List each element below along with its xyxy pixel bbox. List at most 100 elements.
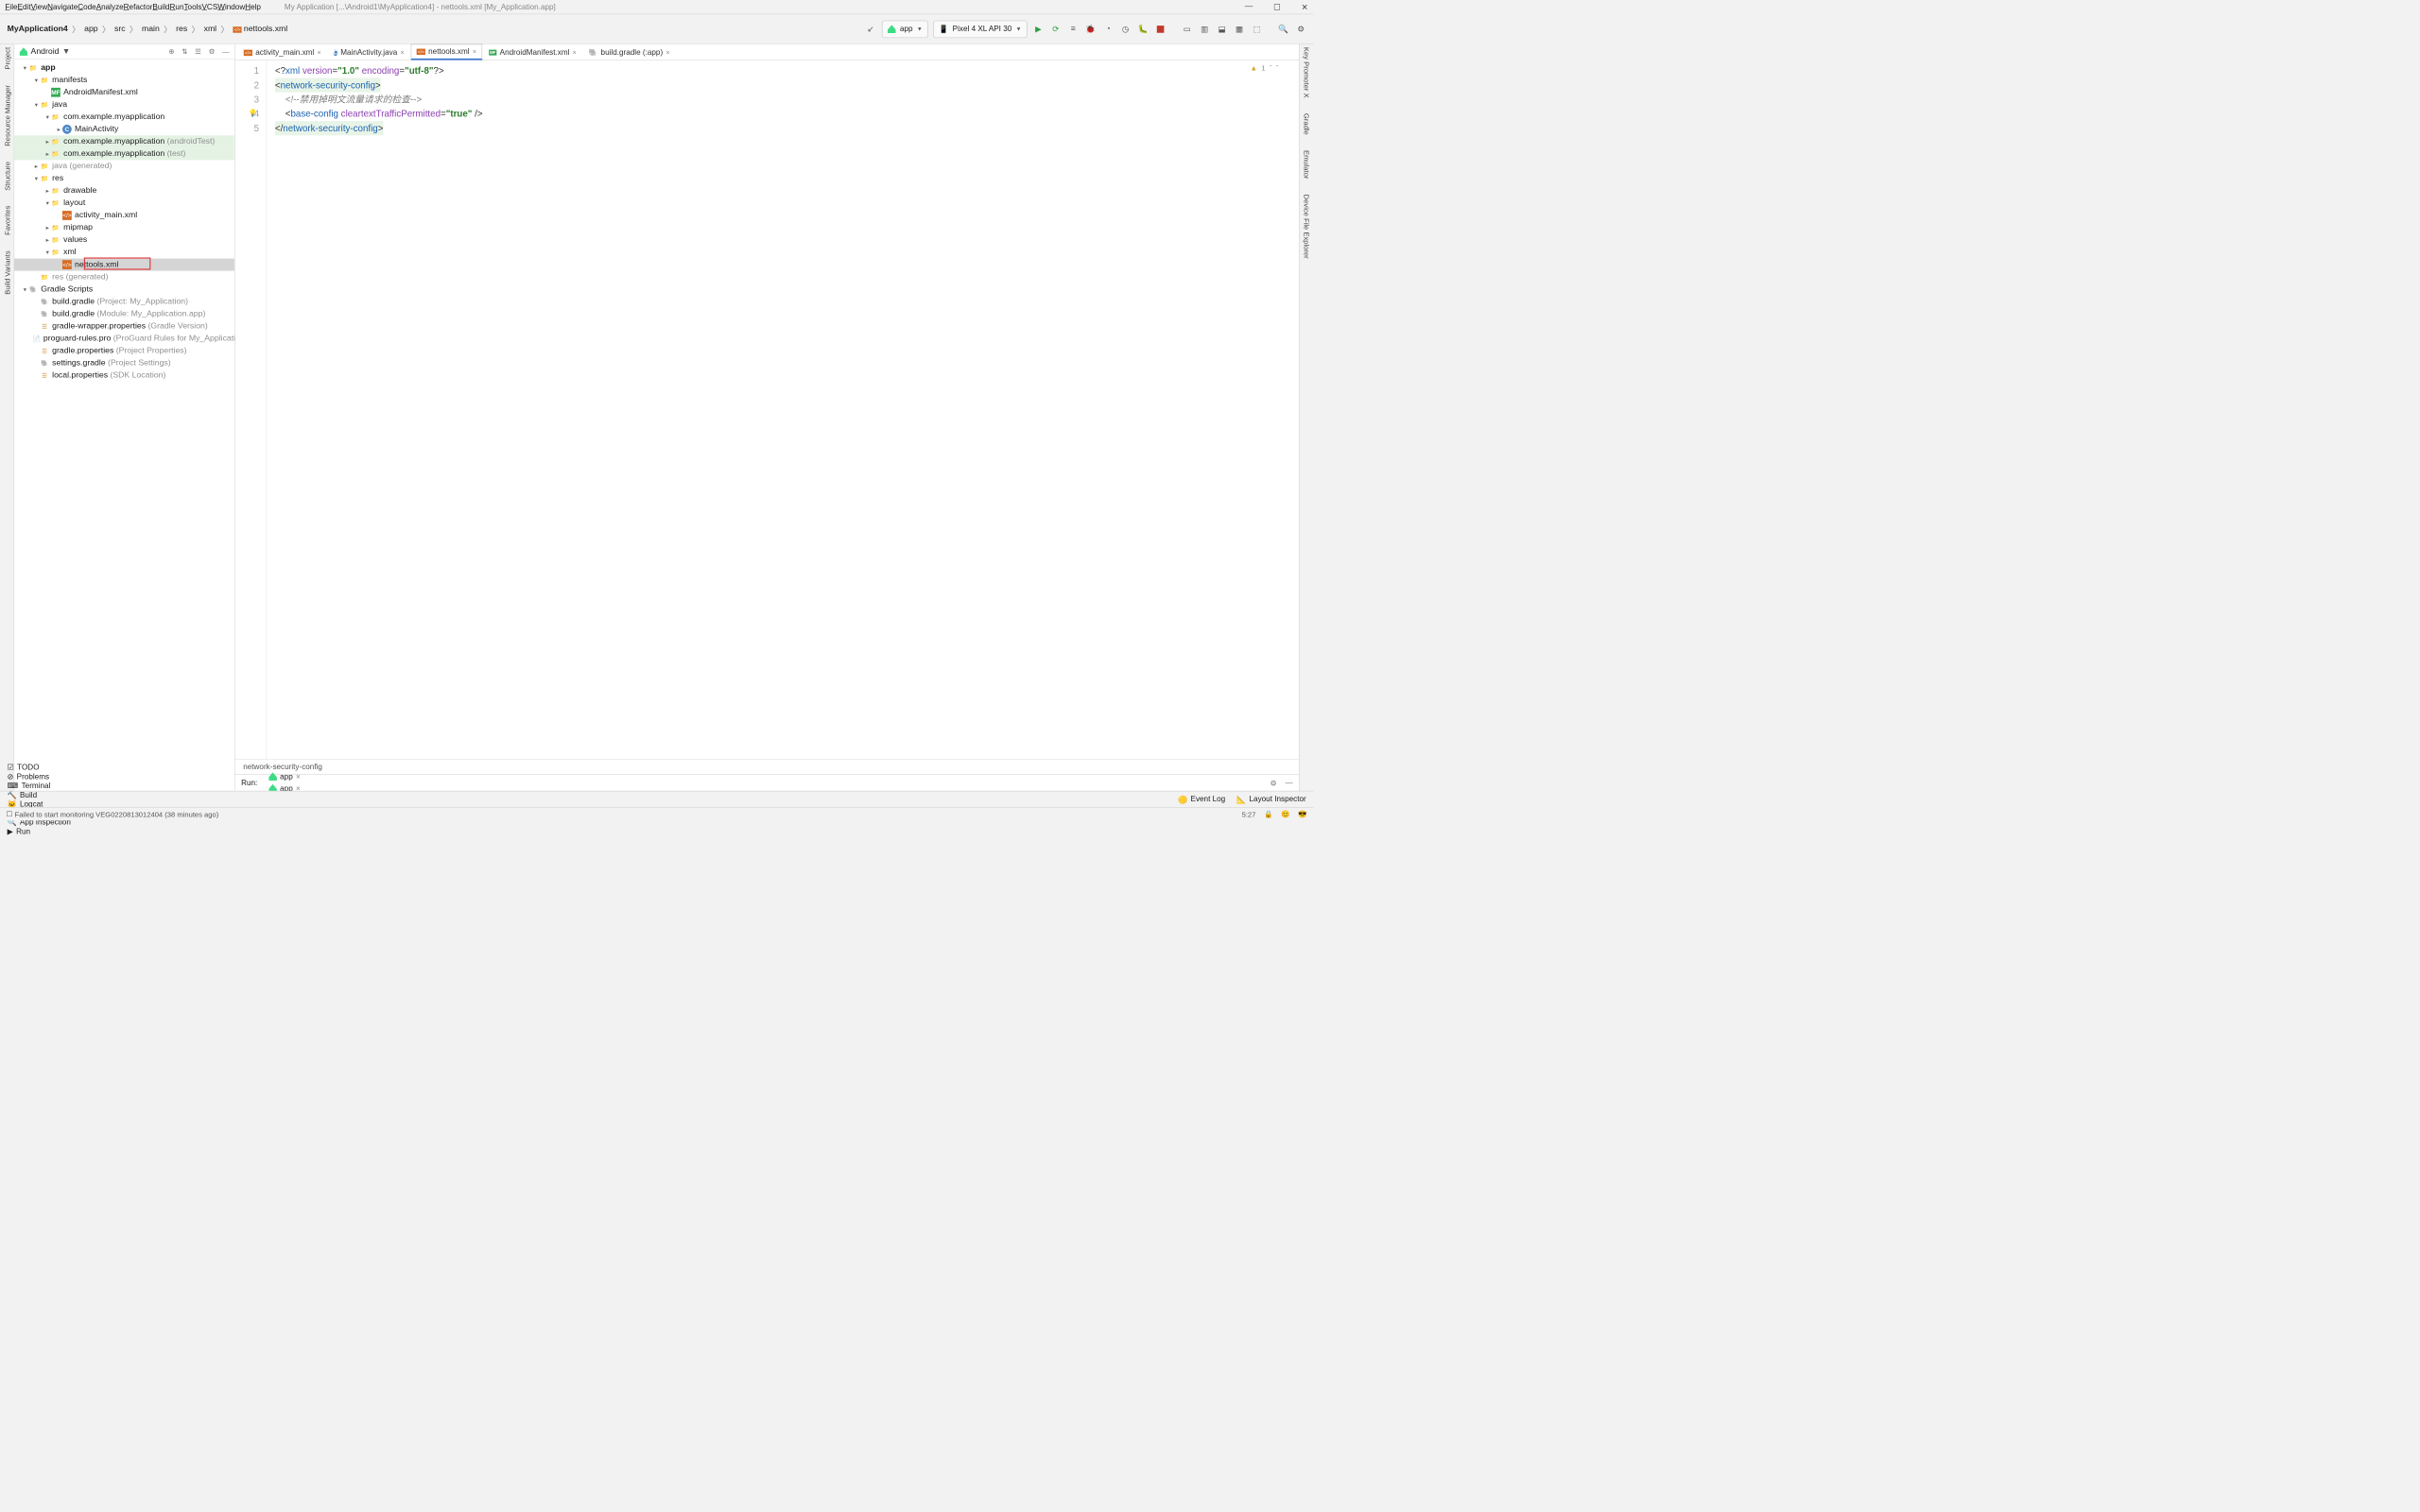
tree-node[interactable]: MFAndroidManifest.xml [14,86,234,98]
target-icon[interactable]: ⊕ [168,47,174,56]
tree-node[interactable]: ▸📁java (generated) [14,160,234,172]
right-strip-device-file-explorer[interactable]: Device File Explorer [1303,195,1311,259]
tab-close-icon[interactable]: × [473,47,476,55]
run-tab[interactable]: app × [265,770,304,782]
tab-close-icon[interactable]: × [666,49,669,57]
project-view-selector[interactable]: Android ▼ [20,47,71,57]
tab-close-icon[interactable]: × [318,49,321,57]
coverage-icon[interactable]: ◔ [1102,23,1115,35]
bottom-tool-todo[interactable]: ☑TODO [8,763,71,772]
editor-tab[interactable]: </>activity_main.xml× [238,45,327,60]
tree-node[interactable]: ▸CMainActivity [14,123,234,135]
right-strip-gradle[interactable]: Gradle [1303,113,1311,135]
breadcrumb-item[interactable]: MyApplication4 [8,25,68,34]
sort-icon[interactable]: ⇅ [182,47,187,56]
run-icon[interactable]: ▶ [1032,23,1045,35]
sdk-manager-icon[interactable]: ▥ [1199,23,1211,35]
stop-icon[interactable] [1154,23,1167,35]
tree-node[interactable]: </>activity_main.xml [14,209,234,221]
device-selector[interactable]: 📱 Pixel 4 XL API 30 ▼ [933,20,1027,37]
tree-node[interactable]: 🐘build.gradle (Module: My_Application.ap… [14,308,234,320]
tree-node[interactable]: </>nettools.xml [14,259,234,271]
breadcrumb-item[interactable]: src [114,25,126,34]
tree-node[interactable]: ▾📁res [14,172,234,184]
bottom-tool-build[interactable]: 🔨Build [8,790,71,799]
editor-tab[interactable]: MFAndroidManifest.xml× [483,45,582,60]
close-icon[interactable]: ✕ [1302,2,1308,12]
prev-highlight-icon[interactable]: ˆ [1270,63,1272,72]
menu-navigate[interactable]: Navigate [47,3,78,11]
device-manager-icon[interactable]: ⬚ [1251,23,1263,35]
apply-changes-icon[interactable]: ≡ [1067,23,1080,35]
menu-tools[interactable]: Tools [183,3,201,11]
bottom-tool-run[interactable]: ▶Run [8,827,71,836]
breadcrumb-item[interactable]: </>nettools.xml [233,25,287,34]
menu-file[interactable]: File [5,3,17,11]
maximize-icon[interactable]: ☐ [1273,2,1281,12]
code-body[interactable]: <?xml version="1.0" encoding="utf-8"?> <… [267,60,1299,759]
breadcrumb-item[interactable]: xml [204,25,217,34]
left-strip-structure[interactable]: Structure [3,162,11,191]
tree-node[interactable]: ☰local.properties (SDK Location) [14,369,234,382]
sync-icon[interactable]: ↙ [865,23,877,35]
element-breadcrumb[interactable]: network-security-config [235,759,1300,774]
tree-node[interactable]: ▾📁app [14,61,234,74]
search-icon[interactable]: 🔍 [1277,23,1289,35]
tree-node[interactable]: ▾🐘Gradle Scripts [14,284,234,296]
tree-node[interactable]: 🐘build.gradle (Project: My_Application) [14,296,234,308]
filter-icon[interactable]: ☰ [195,47,201,56]
tree-node[interactable]: ☰gradle-wrapper.properties (Gradle Versi… [14,320,234,333]
breadcrumb-item[interactable]: res [176,25,187,34]
left-strip-resource-manager[interactable]: Resource Manager [3,85,11,146]
tree-node[interactable]: ▾📁java [14,98,234,111]
tree-node[interactable]: ▾📁com.example.myapplication [14,111,234,123]
menu-edit[interactable]: Edit [18,3,31,11]
editor-tab[interactable]: CMainActivity.java× [328,45,410,60]
tree-node[interactable]: ▾📁layout [14,197,234,209]
bottom-tool-event-log[interactable]: 🟡Event Log [1178,795,1225,804]
tree-node[interactable]: ▸📁drawable [14,184,234,197]
lock-icon[interactable]: 🔒 [1264,810,1272,818]
tree-node[interactable]: 📄proguard-rules.pro (ProGuard Rules for … [14,333,234,345]
settings-icon[interactable]: ⚙ [1295,23,1307,35]
debug-icon[interactable]: 🐞 [1084,23,1097,35]
breadcrumb-item[interactable]: app [84,25,97,34]
left-strip-project[interactable]: Project [3,47,11,70]
menu-vcs[interactable]: VCS [202,3,218,11]
editor-tab[interactable]: </>nettools.xml× [411,44,482,60]
menu-analyze[interactable]: Analyze [96,3,124,11]
menu-refactor[interactable]: Refactor [124,3,153,11]
right-strip-emulator[interactable]: Emulator [1303,150,1311,179]
inspection-summary[interactable]: ▲ 1 ˆ ˇ [1251,63,1279,72]
menu-build[interactable]: Build [152,3,169,11]
tree-node[interactable]: ▾📁manifests [14,74,234,86]
menu-view[interactable]: View [31,3,48,11]
rerun-icon[interactable]: ⟳ [1049,23,1062,35]
minimize-icon[interactable]: — [1245,2,1253,12]
editor-tab[interactable]: 🐘build.gradle (:app)× [583,45,676,60]
tree-node[interactable]: ▸📁com.example.myapplication (androidTest… [14,135,234,147]
tree-node[interactable]: 📁res (generated) [14,271,234,284]
tree-node[interactable]: 🐘settings.gradle (Project Settings) [14,357,234,369]
project-tree[interactable]: ▾📁app▾📁manifestsMFAndroidManifest.xml▾📁j… [14,60,234,791]
tree-node[interactable]: ▸📁com.example.myapplication (test) [14,147,234,160]
collapse-icon[interactable]: — [222,47,230,56]
breadcrumb-item[interactable]: main [142,25,160,34]
left-strip-favorites[interactable]: Favorites [3,206,11,235]
run-config-selector[interactable]: app ▼ [882,20,928,37]
right-strip-key-promoter-x[interactable]: Key Promoter X [1303,47,1311,98]
run-hide-icon[interactable]: — [1285,779,1292,788]
tree-node[interactable]: ▾📁xml [14,246,234,258]
tab-close-icon[interactable]: × [401,49,405,57]
intention-bulb-icon[interactable]: 💡 [249,109,257,117]
bottom-tool-terminal[interactable]: ⌨Terminal [8,782,71,791]
resource-manager-icon[interactable]: ⬓ [1216,23,1228,35]
profiler-icon[interactable]: ◷ [1119,23,1132,35]
left-strip-build-variants[interactable]: Build Variants [3,250,11,294]
menu-run[interactable]: Run [170,3,184,11]
next-highlight-icon[interactable]: ˇ [1276,63,1279,72]
layout-inspector-icon[interactable]: ▦ [1234,23,1246,35]
menu-help[interactable]: Help [245,3,261,11]
code-editor[interactable]: 12345 <?xml version="1.0" encoding="utf-… [235,60,1300,759]
avd-manager-icon[interactable]: ▭ [1181,23,1193,35]
